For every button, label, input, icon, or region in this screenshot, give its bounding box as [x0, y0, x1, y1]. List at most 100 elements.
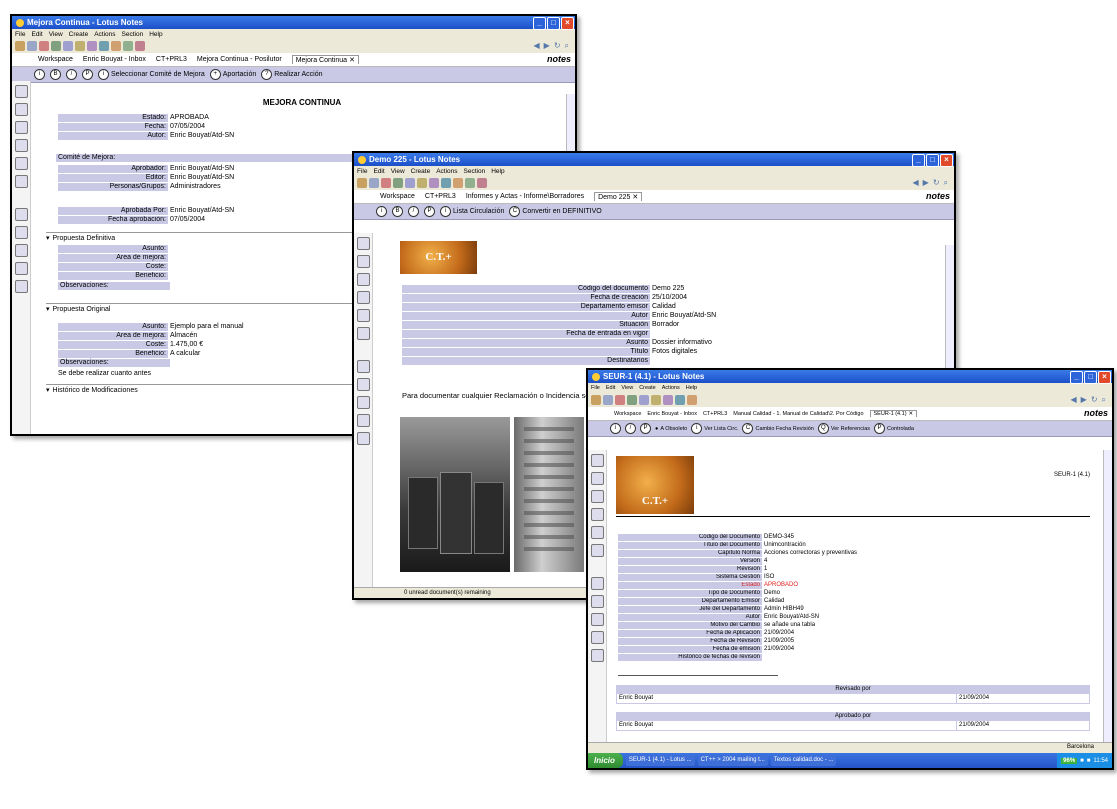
bookmark-icon[interactable] — [356, 237, 370, 250]
toolbar-icon[interactable] — [75, 41, 85, 51]
menu-file[interactable]: File — [15, 31, 25, 38]
close-tab-icon[interactable]: ✕ — [349, 56, 355, 64]
bookmark-icon[interactable] — [590, 544, 604, 557]
menu-section[interactable]: Section — [122, 31, 144, 38]
bookmark-icon[interactable] — [14, 157, 28, 170]
bookmark-icon[interactable] — [590, 490, 604, 503]
taskbar-item[interactable]: CT++ > 2004 mailing t... — [697, 755, 768, 766]
close-button[interactable]: × — [561, 17, 574, 30]
tab-manual-calidad[interactable]: Manual Calidad - 1. Manual de Calidad\2.… — [733, 411, 863, 417]
minimize-button[interactable]: _ — [533, 17, 546, 30]
toolbar-icon[interactable] — [135, 41, 145, 51]
tray-icon[interactable]: ■ — [1087, 758, 1091, 764]
tab-inbox[interactable]: Enric Bouyat - Inbox — [647, 411, 697, 417]
seleccionar-comite-button[interactable]: i Seleccionar Comité de Mejora — [98, 69, 205, 80]
toolbar-icon[interactable] — [111, 41, 121, 51]
toolbar-icon[interactable] — [123, 41, 133, 51]
bookmark-icon[interactable] — [14, 175, 28, 188]
refresh-icon[interactable]: ↻ — [1091, 395, 1098, 405]
toolbar-icon[interactable] — [417, 178, 427, 188]
back-arrow-icon[interactable]: ◀ — [534, 41, 540, 51]
menu-view[interactable]: View — [49, 31, 63, 38]
menu-actions[interactable]: Actions — [436, 168, 457, 175]
toolbar-icon[interactable] — [465, 178, 475, 188]
ver-referencias-button[interactable]: Q Ver Referencias — [817, 423, 870, 434]
forward-arrow-icon[interactable]: ▶ — [544, 41, 550, 51]
bookmark-icon[interactable] — [590, 631, 604, 644]
tray-icon[interactable]: ■ — [1080, 758, 1084, 764]
search-icon[interactable]: ⌕ — [565, 41, 569, 51]
action-icon[interactable]: i — [376, 206, 387, 217]
cambio-fecha-revision-button[interactable]: C Cambio Fecha Revisión — [742, 423, 814, 434]
maximize-button[interactable]: □ — [1084, 371, 1097, 384]
tab-ctprl3[interactable]: CT+PRL3 — [703, 411, 727, 417]
menu-edit[interactable]: Edit — [606, 385, 615, 391]
toolbar-icon[interactable] — [675, 395, 685, 405]
action-icon[interactable]: B — [392, 206, 403, 217]
action-icon[interactable]: / — [66, 69, 77, 80]
menu-create[interactable]: Create — [639, 385, 656, 391]
bookmark-icon[interactable] — [356, 291, 370, 304]
menu-view[interactable]: View — [621, 385, 633, 391]
minimize-button[interactable]: _ — [1070, 371, 1083, 384]
action-icon[interactable]: / — [625, 423, 636, 434]
refresh-icon[interactable]: ↻ — [554, 41, 561, 51]
menu-help[interactable]: Help — [686, 385, 697, 391]
toolbar-icon[interactable] — [441, 178, 451, 188]
toolbar-icon[interactable] — [393, 178, 403, 188]
bookmark-icon[interactable] — [590, 577, 604, 590]
toolbar-icon[interactable] — [99, 41, 109, 51]
menu-create[interactable]: Create — [411, 168, 431, 175]
bookmark-icon[interactable] — [356, 414, 370, 427]
toolbar-icon[interactable] — [357, 178, 367, 188]
bookmark-icon[interactable] — [356, 309, 370, 322]
menu-edit[interactable]: Edit — [373, 168, 384, 175]
refresh-icon[interactable]: ↻ — [933, 178, 940, 188]
bookmark-icon[interactable] — [590, 649, 604, 662]
toolbar-icon[interactable] — [453, 178, 463, 188]
realizar-accion-button[interactable]: ? Realizar Acción — [261, 69, 322, 80]
toolbar-icon[interactable] — [63, 41, 73, 51]
bookmark-icon[interactable] — [590, 508, 604, 521]
tab-inbox[interactable]: Enric Bouyat - Inbox — [83, 56, 146, 63]
bookmark-icon[interactable] — [14, 262, 28, 275]
toolbar-icon[interactable] — [51, 41, 61, 51]
tab-workspace[interactable]: Workspace — [38, 56, 73, 63]
bookmark-icon[interactable] — [14, 121, 28, 134]
bookmark-icon[interactable] — [590, 454, 604, 467]
convertir-definitivo-button[interactable]: C Convertir en DEFINITIVO — [509, 206, 602, 217]
close-tab-icon[interactable]: ✕ — [909, 411, 914, 417]
menu-help[interactable]: Help — [149, 31, 162, 38]
close-button[interactable]: × — [1098, 371, 1111, 384]
search-icon[interactable]: ⌕ — [1102, 395, 1106, 405]
controlada-button[interactable]: P Controlada — [874, 423, 914, 434]
maximize-button[interactable]: □ — [547, 17, 560, 30]
toolbar-icon[interactable] — [591, 395, 601, 405]
toolbar-icon[interactable] — [603, 395, 613, 405]
location-status[interactable]: Barcelona — [1067, 744, 1094, 750]
close-button[interactable]: × — [940, 154, 953, 167]
tab-demo-225[interactable]: Demo 225 ✕ — [594, 192, 643, 201]
toolbar-icon[interactable] — [687, 395, 697, 405]
bookmark-icon[interactable] — [14, 226, 28, 239]
ver-lista-circ-button[interactable]: i Ver Lista Circ. — [691, 423, 738, 434]
menu-actions[interactable]: Actions — [662, 385, 680, 391]
tab-workspace[interactable]: Workspace — [614, 411, 641, 417]
bookmark-icon[interactable] — [590, 613, 604, 626]
lista-circulacion-button[interactable]: i Lista Circulación — [440, 206, 504, 217]
toolbar-icon[interactable] — [405, 178, 415, 188]
forward-arrow-icon[interactable]: ▶ — [1081, 395, 1087, 405]
print-icon[interactable]: P — [640, 423, 651, 434]
toolbar-icon[interactable] — [663, 395, 673, 405]
bookmark-icon[interactable] — [14, 244, 28, 257]
menu-file[interactable]: File — [357, 168, 367, 175]
menu-actions[interactable]: Actions — [94, 31, 115, 38]
toolbar-icon[interactable] — [429, 178, 439, 188]
bookmark-icon[interactable] — [14, 280, 28, 293]
action-icon[interactable]: i — [34, 69, 45, 80]
bookmark-icon[interactable] — [356, 273, 370, 286]
bookmark-icon[interactable] — [356, 396, 370, 409]
search-icon[interactable]: ⌕ — [944, 178, 948, 188]
toolbar-icon[interactable] — [477, 178, 487, 188]
menu-view[interactable]: View — [391, 168, 405, 175]
